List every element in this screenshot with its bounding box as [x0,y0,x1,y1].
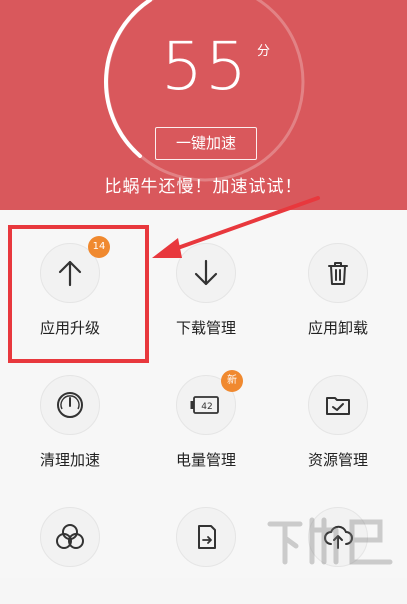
row3-middle-icon-circle [176,507,236,567]
one-click-boost-button[interactable]: 一键加速 [155,127,257,160]
annotation-highlight-box [8,225,149,363]
clean-icon-circle [40,375,100,435]
tool-app-uninstall[interactable]: 应用卸载 [270,210,406,340]
folder-check-icon [326,397,350,415]
uninstall-icon-circle [308,243,368,303]
tool-label: 清理加速 [39,451,100,469]
transfer-icon [198,525,216,549]
tool-resource-manager[interactable]: 资源管理 [270,342,406,472]
battery-level: 42 [201,402,212,412]
watermark-logo [267,517,393,565]
speedometer-icon [57,392,83,418]
tool-download-manager[interactable]: 下载管理 [138,210,274,340]
tool-label: 电量管理 [175,451,236,469]
circles-icon [56,524,84,549]
new-badge: 新 [221,370,243,392]
tool-battery-manager[interactable]: 42 新 电量管理 [138,342,274,472]
row3-left-icon-circle [40,507,100,567]
score-unit: 分 [257,44,271,59]
speed-slogan: 比蜗牛还慢！加速试试！ [104,177,303,197]
trash-icon [328,262,348,285]
header-panel: 55 分 一键加速 比蜗牛还慢！加速试试！ [0,0,407,210]
tool-label: 应用卸载 [307,319,368,337]
resource-icon-circle [308,375,368,435]
tool-row3-left[interactable] [2,474,138,604]
download-icon-circle [176,243,236,303]
tool-row3-middle[interactable] [138,474,274,604]
score-value: 55 [161,28,249,105]
tool-label: 下载管理 [175,319,236,337]
tool-label: 资源管理 [307,451,368,469]
battery-icon: 42 [190,396,219,414]
arrow-down-icon [194,259,218,286]
